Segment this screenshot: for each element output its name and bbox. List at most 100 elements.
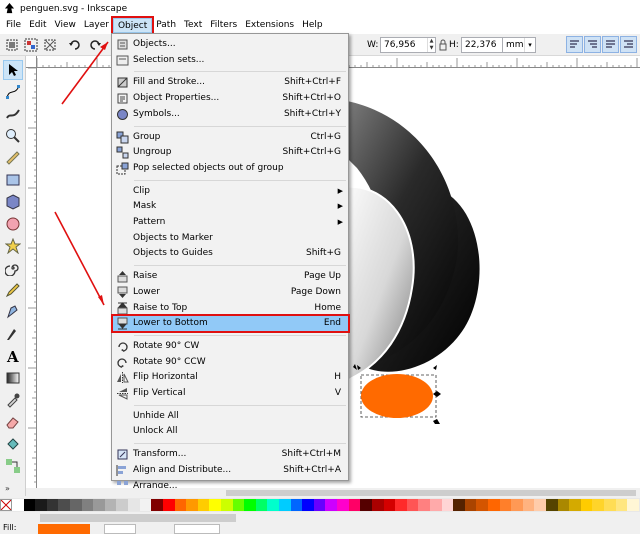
3d-box-tool[interactable]	[3, 192, 23, 212]
menu-item-raise-to-top[interactable]: Raise to Top Home	[113, 301, 348, 316]
scale-stroke-toggle[interactable]	[566, 36, 583, 53]
palette-swatch[interactable]	[464, 499, 477, 511]
palette-swatch[interactable]	[534, 499, 547, 511]
menu-item-transform[interactable]: Transform... Shift+Ctrl+M	[113, 447, 348, 462]
pencil-tool[interactable]	[3, 280, 23, 300]
palette-swatch[interactable]	[441, 499, 454, 511]
tweak-tool[interactable]	[3, 104, 23, 124]
menu-item-mask[interactable]: Mask ▶	[113, 199, 348, 214]
menu-object[interactable]: Object	[110, 16, 155, 35]
palette-swatch[interactable]	[116, 499, 129, 511]
menu-item-lower[interactable]: Lower Page Down	[113, 285, 348, 300]
node-tool[interactable]	[3, 82, 23, 102]
palette-swatch[interactable]	[313, 499, 326, 511]
palette-swatch[interactable]	[395, 499, 407, 511]
palette-swatch[interactable]	[81, 499, 94, 511]
menu-item-flip-horizontal[interactable]: Flip Horizontal H	[113, 370, 348, 385]
menu-item-unhide-all[interactable]: Unhide All	[113, 409, 348, 424]
menu-item-objects[interactable]: Objects...	[113, 37, 348, 52]
palette-swatch[interactable]	[604, 499, 616, 511]
palette-swatch[interactable]	[151, 499, 163, 511]
palette-swatch[interactable]	[186, 499, 198, 511]
palette-swatch[interactable]	[406, 499, 419, 511]
palette-swatch[interactable]	[220, 499, 233, 511]
menu-item-flip-vertical[interactable]: Flip Vertical V	[113, 386, 348, 401]
palette-swatch[interactable]	[290, 499, 303, 511]
menu-item-selection-sets[interactable]: Selection sets...	[113, 53, 348, 68]
vertical-ruler[interactable]	[26, 68, 37, 488]
palette-swatch[interactable]	[197, 499, 210, 511]
palette-swatch[interactable]	[209, 499, 221, 511]
select-all-icon[interactable]	[5, 38, 19, 52]
move-gradients-toggle[interactable]	[602, 36, 619, 53]
menu-item-unlock-all[interactable]: Unlock All	[113, 424, 348, 439]
selector-tool[interactable]	[3, 60, 23, 80]
palette-swatch[interactable]	[453, 499, 465, 511]
palette-swatch[interactable]	[267, 499, 280, 511]
palette-swatch[interactable]	[546, 499, 558, 511]
calligraphy-tool[interactable]	[3, 324, 23, 344]
menu-view[interactable]: View	[51, 18, 80, 33]
menu-extensions[interactable]: Extensions	[241, 18, 298, 33]
scale-corners-toggle[interactable]	[584, 36, 601, 53]
star-tool[interactable]	[3, 236, 23, 256]
palette-swatch[interactable]	[302, 499, 314, 511]
menu-item-fill-and-stroke[interactable]: Fill and Stroke... Shift+Ctrl+F	[113, 75, 348, 90]
menu-item-ungroup[interactable]: Ungroup Shift+Ctrl+G	[113, 145, 348, 160]
palette-swatch[interactable]	[511, 499, 523, 511]
lock-icon[interactable]	[439, 39, 447, 51]
rotate-ccw-toolbar-icon[interactable]	[68, 38, 82, 52]
palette-swatch[interactable]	[499, 499, 512, 511]
palette-swatch[interactable]	[93, 499, 105, 511]
expand-toolbox-icon[interactable]: »	[5, 484, 10, 493]
zoom-tool[interactable]	[3, 126, 23, 146]
unit-select[interactable]: mm ▾	[502, 37, 536, 53]
palette-swatch[interactable]	[244, 499, 256, 511]
pen-tool[interactable]	[3, 302, 23, 322]
no-paint-swatch[interactable]	[0, 499, 12, 511]
palette-swatch[interactable]	[325, 499, 338, 511]
palette-swatch[interactable]	[348, 499, 361, 511]
palette-swatch[interactable]	[279, 499, 291, 511]
palette-scrollbar[interactable]	[40, 514, 236, 522]
menu-file[interactable]: File	[2, 18, 25, 33]
palette-swatch[interactable]	[128, 499, 140, 511]
palette-swatch[interactable]	[58, 499, 71, 511]
palette-swatch[interactable]	[418, 499, 430, 511]
scrollbar-thumb[interactable]	[226, 490, 636, 496]
menu-text[interactable]: Text	[180, 18, 206, 33]
palette-swatch[interactable]	[476, 499, 488, 511]
menu-item-pattern[interactable]: Pattern ▶	[113, 215, 348, 230]
palette-swatch[interactable]	[70, 499, 82, 511]
palette-swatch[interactable]	[557, 499, 570, 511]
spiral-tool[interactable]	[3, 258, 23, 278]
palette-swatch[interactable]	[592, 499, 605, 511]
menu-path[interactable]: Path	[152, 18, 180, 33]
palette-swatch[interactable]	[383, 499, 396, 511]
dropper-tool[interactable]	[3, 390, 23, 410]
palette-swatch[interactable]	[627, 499, 639, 511]
palette-swatch[interactable]	[174, 499, 187, 511]
connector-tool[interactable]	[3, 456, 23, 476]
palette-swatch[interactable]	[615, 499, 628, 511]
text-tool[interactable]: A	[3, 346, 23, 366]
palette-swatch[interactable]	[139, 499, 152, 511]
menu-edit[interactable]: Edit	[25, 18, 50, 33]
menu-item-pop-selected-objects-out-of-group[interactable]: Pop selected objects out of group	[113, 161, 348, 176]
palette-swatch[interactable]	[162, 499, 175, 511]
menu-item-lower-to-bottom[interactable]: Lower to Bottom End	[111, 314, 350, 334]
menu-item-group[interactable]: Group Ctrl+G	[113, 130, 348, 145]
menu-item-rotate-90-ccw[interactable]: Rotate 90° CCW	[113, 355, 348, 370]
opacity-field[interactable]	[104, 524, 136, 534]
palette-swatch[interactable]	[371, 499, 384, 511]
spin-arrows-icon[interactable]: ▲▼	[427, 38, 435, 52]
rotate-cw-toolbar-icon[interactable]	[88, 38, 102, 52]
move-patterns-toggle[interactable]	[620, 36, 637, 53]
palette-swatch[interactable]	[46, 499, 59, 511]
rectangle-tool[interactable]	[3, 170, 23, 190]
select-all-layers-icon[interactable]	[24, 38, 38, 52]
palette-swatch[interactable]	[104, 499, 117, 511]
layer-selector[interactable]	[174, 524, 220, 534]
menu-filters[interactable]: Filters	[206, 18, 241, 33]
palette-swatch[interactable]	[580, 499, 593, 511]
